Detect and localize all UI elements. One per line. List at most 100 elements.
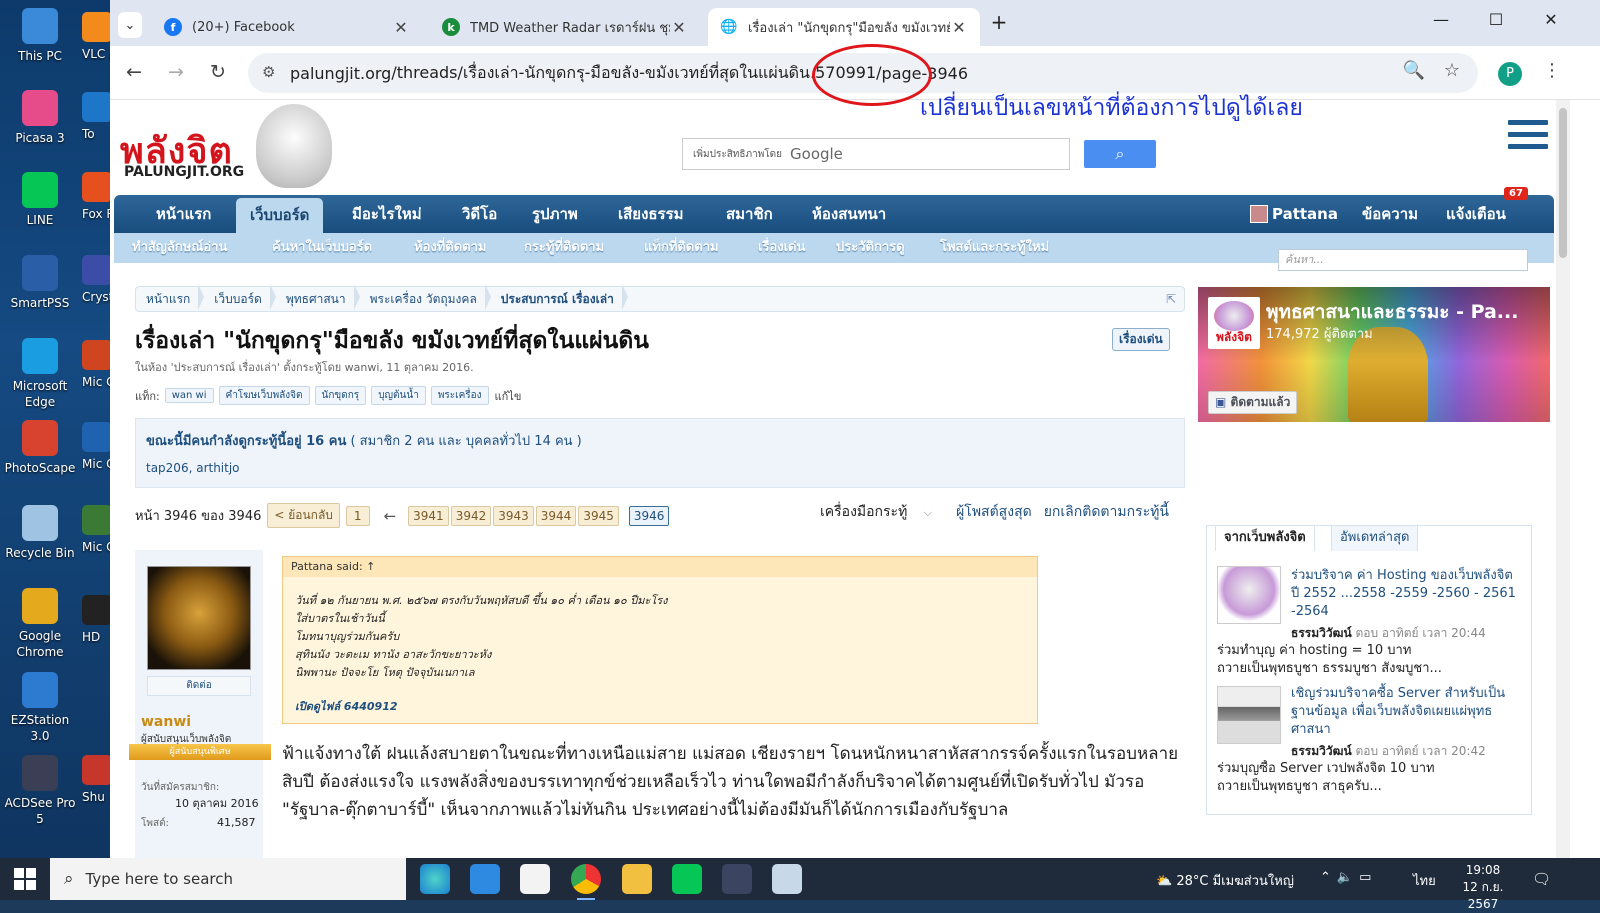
site-search-input[interactable]: ค้นหา... bbox=[1278, 249, 1528, 271]
nav-forums[interactable]: เว็บบอร์ด bbox=[236, 198, 324, 233]
thread-tools-menu[interactable]: เครื่องมือกระทู้ ⌵ bbox=[820, 501, 944, 523]
featured-badge[interactable]: เรื่องเด่น bbox=[1112, 328, 1170, 351]
tab-search-button[interactable]: ⌄ bbox=[118, 12, 142, 38]
subnav-watched-tags[interactable]: แท็กที่ติดตาม bbox=[644, 233, 719, 263]
desktop-icon[interactable]: HD bbox=[82, 595, 110, 645]
nav-photos[interactable]: รูปภาพ bbox=[518, 195, 592, 233]
breadcrumb-buddhism[interactable]: พุทธศาสนา bbox=[276, 283, 360, 310]
close-window-icon[interactable]: ✕ bbox=[1536, 10, 1566, 29]
nav-video[interactable]: วิดีโอ bbox=[448, 195, 511, 233]
address-bar[interactable]: ⚙ palungjit.org/threads/เรื่องเล่า-นักขุ… bbox=[248, 53, 1478, 93]
item-author[interactable]: ธรรมวิวัฒน์ bbox=[1291, 626, 1352, 640]
camera-app-icon[interactable] bbox=[722, 864, 752, 894]
subnav-mark-read[interactable]: ทำสัญลักษณ์อ่าน bbox=[132, 233, 227, 263]
page-current[interactable]: 3946 bbox=[628, 505, 670, 526]
maximize-icon[interactable]: ☐ bbox=[1481, 10, 1511, 29]
breadcrumb-forums[interactable]: เว็บบอร์ด bbox=[204, 283, 276, 310]
zoom-icon[interactable]: 🔍 bbox=[1402, 60, 1426, 81]
item-thumbnail[interactable] bbox=[1217, 686, 1281, 744]
desktop-icon[interactable]: Microsoft Edge bbox=[0, 338, 80, 410]
viewers-names[interactable]: tap206, arthitjo bbox=[146, 461, 240, 475]
tag-item[interactable]: นักขุดกรุ bbox=[314, 386, 367, 405]
tab-palungjit[interactable]: 🌐 เรื่องเล่า "นักขุดกรุ"มือขลัง ขมังเวทย… bbox=[708, 8, 980, 46]
item-author[interactable]: ธรรมวิวัฒน์ bbox=[1291, 744, 1352, 758]
windows-start-icon[interactable] bbox=[14, 868, 36, 890]
desktop-icon[interactable]: Cryst bbox=[82, 255, 110, 305]
page-first[interactable]: 1 bbox=[345, 505, 370, 526]
desktop-icon[interactable]: Picasa 3 bbox=[0, 90, 80, 146]
profile-avatar[interactable]: P bbox=[1498, 62, 1522, 86]
subnav-watched-forums[interactable]: ห้องที่ติดตาม bbox=[414, 233, 487, 263]
desktop-icon[interactable]: Mic Offic bbox=[82, 505, 110, 555]
tab-from-palungjit[interactable]: จากเว็บพลังจิต bbox=[1215, 525, 1315, 551]
google-search-input[interactable]: เพิ่มประสิทธิภาพโดย Google bbox=[682, 138, 1070, 170]
chrome-icon[interactable] bbox=[571, 864, 601, 900]
store-icon[interactable] bbox=[520, 864, 550, 894]
unwatch-thread-link[interactable]: ยกเลิกติดตามกระทู้นี้ bbox=[1044, 501, 1169, 523]
breadcrumb-stories[interactable]: ประสบการณ์ เรื่องเล่า bbox=[491, 283, 628, 310]
page-jump-arrow[interactable]: ← bbox=[384, 507, 397, 525]
subnav-watched-threads[interactable]: กระทู้ที่ติดตาม bbox=[524, 233, 604, 263]
nav-dharma-audio[interactable]: เสียงธรรม bbox=[604, 195, 698, 233]
subnav-history[interactable]: ประวัติการดู bbox=[836, 233, 905, 263]
nav-home[interactable]: หน้าแรก bbox=[142, 195, 225, 233]
file-explorer-icon[interactable] bbox=[622, 864, 652, 894]
close-icon[interactable]: ✕ bbox=[950, 18, 968, 37]
nav-alerts[interactable]: แจ้งเตือน bbox=[1432, 195, 1520, 233]
fb-following-button[interactable]: ▣ ติดตามแล้ว bbox=[1208, 391, 1298, 414]
attachment-link[interactable]: เปิดดูไฟล์ 6440912 bbox=[295, 697, 398, 715]
minimize-icon[interactable]: — bbox=[1426, 10, 1456, 29]
desktop-icon[interactable]: VLC p bbox=[82, 12, 110, 62]
desktop-icon[interactable]: Mic Offic bbox=[82, 422, 110, 472]
forward-icon[interactable]: → bbox=[164, 61, 188, 83]
post-username[interactable]: wanwi bbox=[141, 714, 191, 730]
nav-user[interactable]: Pattana bbox=[1242, 195, 1352, 233]
tray-icons[interactable]: ⌃🔈▭ bbox=[1320, 870, 1377, 885]
page-link[interactable]: 3942 bbox=[450, 505, 492, 526]
nav-whats-new[interactable]: มีอะไรใหม่ bbox=[338, 195, 436, 233]
site-info-icon[interactable]: ⚙ bbox=[262, 63, 275, 81]
desktop-icon[interactable]: PhotoScape bbox=[0, 420, 80, 476]
back-icon[interactable]: ← bbox=[122, 61, 146, 83]
page-scrollbar[interactable] bbox=[1556, 100, 1570, 858]
nav-members[interactable]: สมาชิก bbox=[712, 195, 787, 233]
new-tab-button[interactable]: + bbox=[984, 10, 1014, 34]
edge-icon[interactable] bbox=[420, 864, 450, 894]
tag-item[interactable]: wan wi bbox=[164, 388, 214, 403]
scrollbar-thumb[interactable] bbox=[1559, 108, 1567, 258]
subnav-search-forums[interactable]: ค้นหาในเว็บบอร์ด bbox=[272, 233, 372, 263]
tab-tmd-weather[interactable]: k TMD Weather Radar เรดาร์ฝน ชุมพร ✕ bbox=[430, 8, 700, 46]
share-icon[interactable]: ⇱ bbox=[1166, 292, 1176, 306]
page-link[interactable]: 3945 bbox=[578, 505, 619, 526]
hamburger-menu-icon[interactable] bbox=[1508, 120, 1548, 156]
fb-page-avatar[interactable]: พลังจิต bbox=[1208, 297, 1260, 349]
desktop-icon[interactable]: This PC bbox=[0, 8, 80, 64]
weather-widget[interactable]: ⛅ 28°C มีเมฆส่วนใหญ่ bbox=[1156, 870, 1294, 891]
clock[interactable]: 19:08 12 ก.ย. 2567 bbox=[1448, 862, 1518, 913]
tag-item[interactable]: พระเครื่อง bbox=[430, 386, 489, 405]
google-search-button[interactable]: ⌕ bbox=[1084, 140, 1156, 168]
desktop-icon[interactable]: Mic Offic bbox=[82, 340, 110, 390]
page-link[interactable]: 3944 bbox=[535, 505, 577, 526]
subnav-featured[interactable]: เรื่องเด่น bbox=[758, 233, 805, 263]
desktop-icon[interactable]: LINE bbox=[0, 172, 80, 228]
desktop-icon[interactable]: To bbox=[82, 92, 110, 142]
nav-messages[interactable]: ข้อความ bbox=[1348, 195, 1432, 233]
follow-user-button[interactable]: ติดต่อ bbox=[147, 676, 251, 696]
line-icon[interactable] bbox=[672, 864, 702, 894]
menu-dots-icon[interactable]: ⋮ bbox=[1540, 60, 1564, 81]
desktop-icon[interactable]: Shu bbox=[82, 755, 110, 805]
taskbar-search-input[interactable]: ⌕ Type here to search bbox=[50, 858, 406, 900]
nav-chat[interactable]: ห้องสนทนา bbox=[798, 195, 900, 233]
subnav-new-posts[interactable]: โพสต์และกระทู้ใหม่ bbox=[940, 233, 1049, 263]
breadcrumb-home[interactable]: หน้าแรก bbox=[136, 283, 205, 310]
tag-item[interactable]: คำโฆษเว็บพลังจิต bbox=[218, 386, 310, 405]
tab-latest-updates[interactable]: อัพเดทล่าสุด bbox=[1331, 525, 1419, 551]
sidebar-item-title[interactable]: เชิญร่วมบริจาคซื้อ Server สำหรับเป็นฐานข… bbox=[1291, 685, 1525, 739]
sidebar-item-title[interactable]: ร่วมบริจาค ค่า Hosting ของเว็บพลังจิต ปี… bbox=[1291, 567, 1525, 621]
desktop-icon[interactable]: Recycle Bin bbox=[0, 505, 80, 561]
close-icon[interactable]: ✕ bbox=[392, 18, 410, 37]
tag-item[interactable]: บุญต้นน้ำ bbox=[371, 386, 426, 405]
photoscape-icon[interactable] bbox=[772, 864, 802, 894]
reload-icon[interactable]: ↻ bbox=[206, 61, 230, 83]
